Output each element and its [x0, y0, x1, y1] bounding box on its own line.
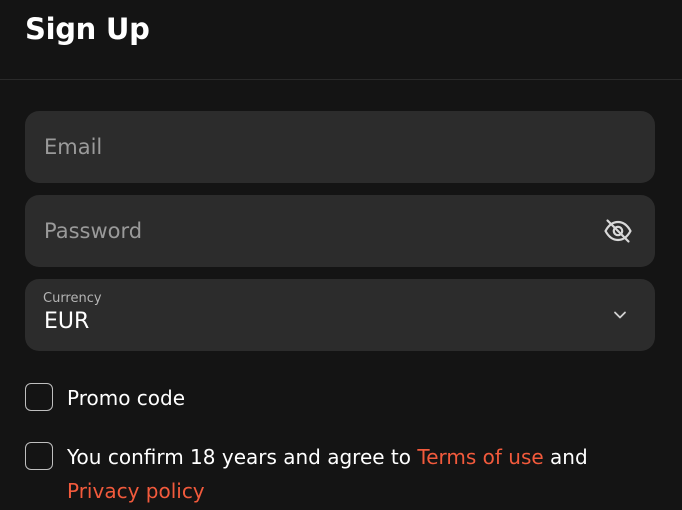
terms-of-use-link[interactable]: Terms of use — [417, 445, 543, 469]
privacy-policy-link[interactable]: Privacy policy — [67, 479, 205, 503]
terms-text-before: You confirm 18 years and agree to — [67, 445, 418, 469]
terms-text-between: and — [543, 445, 588, 469]
email-field[interactable] — [25, 111, 655, 183]
page-header: Sign Up — [0, 0, 682, 80]
currency-caption: Currency — [43, 291, 102, 306]
eye-off-icon[interactable] — [603, 216, 633, 246]
terms-checkbox[interactable] — [25, 442, 53, 470]
page-title: Sign Up — [25, 12, 150, 46]
password-field[interactable] — [25, 195, 655, 267]
chevron-down-icon — [611, 306, 629, 324]
currency-value: EUR — [44, 309, 90, 334]
email-input[interactable] — [25, 111, 655, 183]
terms-text-line2: Privacy policy — [67, 479, 205, 503]
promo-code-checkbox[interactable] — [25, 383, 53, 411]
password-input[interactable] — [25, 195, 655, 267]
promo-code-label[interactable]: Promo code — [67, 386, 185, 410]
currency-select[interactable]: Currency EUR — [25, 279, 655, 351]
terms-text: You confirm 18 years and agree to Terms … — [67, 445, 588, 469]
